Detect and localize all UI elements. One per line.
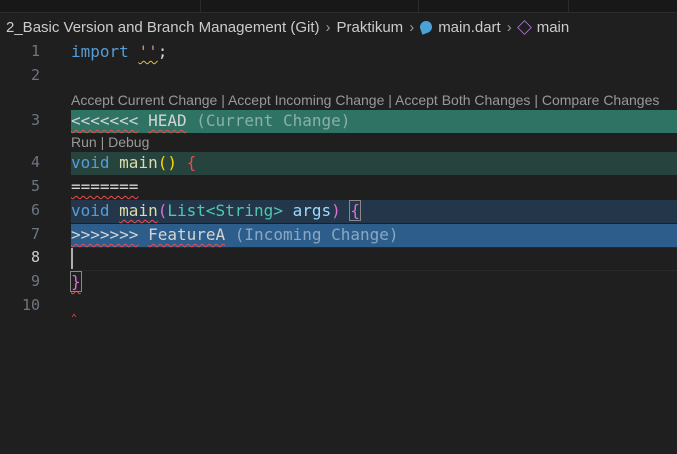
dart-file-icon (418, 19, 434, 35)
code-line-3[interactable]: <<<<<<< HEAD (Current Change) (71, 110, 350, 132)
brace: { (186, 153, 197, 172)
conflict-marker: >>>>>>> (71, 225, 139, 244)
current-change-label: (Current Change) (196, 111, 351, 130)
type: List (167, 201, 206, 220)
line-number: 4 (30, 153, 40, 171)
code-line-4[interactable]: void main() { (71, 152, 196, 174)
line-number: 1 (30, 42, 40, 60)
code-line-6[interactable]: void main(List<String> args) { (71, 200, 362, 222)
string-literal: '' (138, 42, 158, 61)
parameter: args (292, 201, 332, 220)
run-debug-codelens[interactable]: Run | Debug (71, 134, 149, 150)
code-line-9[interactable]: } (70, 271, 82, 293)
semicolon: ; (157, 42, 168, 61)
angle: < (205, 201, 216, 220)
breadcrumb-file[interactable]: main.dart (438, 19, 501, 36)
conflict-separator: ======= (71, 177, 139, 196)
breadcrumb-folder[interactable]: 2_Basic Version and Branch Management (G… (6, 19, 320, 36)
angle: > (273, 201, 283, 220)
code-line-7[interactable]: >>>>>>> FeatureA (Incoming Change) (71, 224, 399, 246)
code-line-5[interactable]: ======= (71, 176, 138, 198)
paren: ) (331, 201, 341, 220)
keyword: void (71, 153, 110, 172)
chevron-right-icon: › (506, 18, 512, 36)
line-number: 6 (30, 201, 40, 219)
function-name: main (119, 201, 158, 220)
conflict-marker: <<<<<<< (71, 111, 139, 130)
incoming-change-label: (Incoming Change) (234, 225, 399, 244)
line-number: 3 (30, 111, 40, 129)
closing-brace: } (70, 271, 82, 292)
tab-bar (0, 0, 677, 13)
line-number: 8 (30, 248, 40, 266)
tab-divider (568, 0, 569, 12)
parens: () (157, 153, 177, 172)
keyword: void (71, 201, 110, 220)
type: String (215, 201, 274, 220)
current-line-highlight (71, 247, 677, 271)
code-line-1[interactable]: import ''; (71, 41, 167, 63)
line-number: 10 (21, 296, 40, 314)
chevron-right-icon: › (409, 18, 415, 36)
breadcrumb-subfolder[interactable]: Praktikum (337, 19, 404, 36)
brace: { (349, 200, 362, 221)
tab-divider (418, 0, 419, 12)
paren: ( (157, 201, 168, 220)
line-number: 2 (30, 66, 40, 84)
line-number: 5 (30, 177, 40, 195)
method-symbol-icon (516, 19, 532, 35)
line-number: 7 (30, 225, 40, 243)
breadcrumb: 2_Basic Version and Branch Management (G… (6, 16, 569, 38)
keyword: import (71, 42, 129, 61)
text-cursor (71, 248, 73, 269)
function-name: main (119, 153, 158, 172)
line-number: 9 (30, 272, 40, 290)
tab-divider (200, 0, 201, 12)
chevron-right-icon: › (325, 18, 331, 36)
branch-name: FeatureA (148, 225, 226, 244)
merge-conflict-actions[interactable]: Accept Current Change | Accept Incoming … (71, 92, 659, 108)
branch-name: HEAD (148, 111, 187, 130)
error-squiggle-icon: ⌃ (71, 313, 78, 324)
breadcrumb-symbol[interactable]: main (537, 19, 570, 36)
